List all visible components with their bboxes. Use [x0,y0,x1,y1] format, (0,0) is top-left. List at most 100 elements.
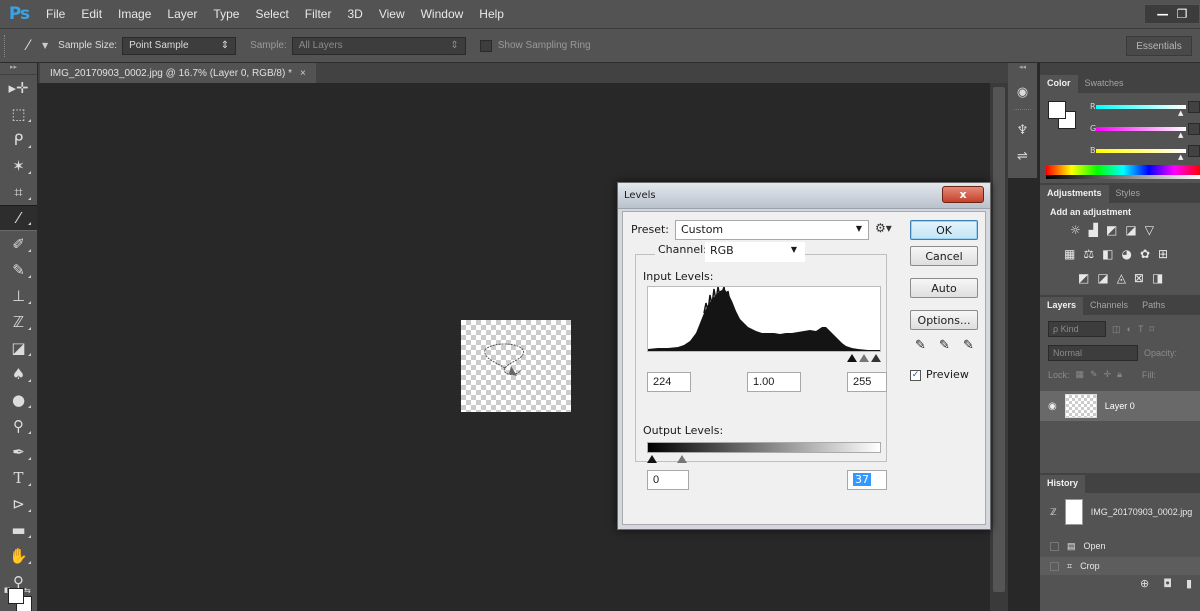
layer-row-layer-0[interactable]: ◉ Layer 0 [1040,391,1200,421]
preset-select[interactable]: Custom ▼ [675,220,869,240]
blue-slider[interactable]: B ▲ [1090,145,1200,161]
white-eyedropper-icon[interactable]: ✎ [963,338,974,353]
input-gamma-handle[interactable] [859,354,869,362]
vibrance-icon[interactable]: ▽ [1145,223,1154,237]
posterize-icon[interactable]: ◪ [1097,271,1108,285]
auto-button[interactable]: Auto [910,278,978,298]
black-eyedropper-icon[interactable]: ✎ [915,338,926,353]
blur-tool-icon[interactable]: ● [0,387,37,413]
marquee-tool-icon[interactable]: ⬚ [0,101,37,127]
ok-button[interactable]: OK [910,220,978,240]
preview-checkbox[interactable]: ✓ [910,370,921,381]
filter-type-icon[interactable]: T [1138,324,1144,334]
menu-view[interactable]: View [371,7,413,21]
rectangle-tool-icon[interactable]: ▬ [0,517,37,543]
lasso-tool-icon[interactable]: ᑭ [0,127,37,153]
red-value-field[interactable] [1188,101,1200,113]
menu-edit[interactable]: Edit [73,7,110,21]
tab-channels[interactable]: Channels [1083,297,1135,315]
lock-all-icon[interactable]: 🔒︎ [1117,369,1122,380]
workspace-switcher[interactable]: Essentials [1126,36,1192,56]
gear-icon[interactable]: ⚙▾ [875,221,892,235]
tab-color[interactable]: Color [1040,75,1078,93]
selective-color-icon[interactable]: ◨ [1152,271,1163,285]
document-image[interactable] [461,320,571,412]
gray-eyedropper-icon[interactable]: ✎ [939,338,950,353]
green-slider[interactable]: G ▲ [1090,123,1200,139]
brightness-contrast-icon[interactable]: ☼ [1070,223,1081,237]
output-levels-slider[interactable] [647,453,881,465]
history-item-crop[interactable]: ⌗ Crop [1040,557,1200,575]
foreground-color-swatch[interactable] [8,588,24,604]
output-black-field[interactable] [647,470,689,490]
scrollbar-thumb[interactable] [993,87,1005,592]
color-balance-icon[interactable]: ⚖ [1083,247,1094,261]
gradient-map-icon[interactable]: ⊠ [1134,271,1144,285]
history-source-checkbox[interactable] [1050,561,1059,571]
green-slider-track[interactable] [1096,127,1186,131]
minimize-icon[interactable]: — [1157,7,1169,21]
properties-panel-icon[interactable]: ⇌ [1008,143,1037,169]
photo-filter-icon[interactable]: ◕ [1121,247,1131,261]
exposure-icon[interactable]: ◪ [1125,223,1136,237]
history-snapshot[interactable]: ℤ IMG_20170903_0002.jpg [1040,495,1200,529]
input-white-point-handle[interactable] [871,354,881,362]
invert-icon[interactable]: ◩ [1078,271,1089,285]
path-select-tool-icon[interactable]: ⊳ [0,491,37,517]
input-white-field[interactable] [847,372,887,392]
slider-thumb-icon[interactable]: ▲ [1178,109,1183,117]
blend-mode-select[interactable]: Normal [1048,345,1138,361]
input-black-field[interactable] [647,372,691,392]
blue-slider-track[interactable] [1096,149,1186,153]
swap-colors-icon[interactable]: ⇆ [24,586,31,595]
menu-window[interactable]: Window [413,7,472,21]
color-spectrum[interactable] [1046,165,1200,179]
green-value-field[interactable] [1188,123,1200,135]
visibility-eye-icon[interactable]: ◉ [1048,401,1057,412]
menu-filter[interactable]: Filter [297,7,340,21]
black-white-icon[interactable]: ◧ [1102,247,1113,261]
healing-brush-tool-icon[interactable]: ✐ [0,231,37,257]
history-brush-tool-icon[interactable]: ℤ [0,309,37,335]
tab-paths[interactable]: Paths [1135,297,1172,315]
lock-position-icon[interactable]: ✛ [1104,369,1112,380]
new-document-from-state-icon[interactable]: ⊕ [1140,577,1149,590]
show-sampling-ring-checkbox[interactable] [479,39,492,52]
foreground-color-chip[interactable] [1048,101,1066,119]
history-brush-source-icon[interactable]: ℤ [1050,507,1057,518]
hand-tool-icon[interactable]: ✋ [0,543,37,569]
tab-styles[interactable]: Styles [1109,185,1148,203]
restore-icon[interactable]: ❐ [1177,7,1188,21]
curves-icon[interactable]: ◩ [1106,223,1117,237]
info-panel-icon[interactable]: ◉ [1008,79,1037,105]
dodge-tool-icon[interactable]: ⚲ [0,413,37,439]
blue-value-field[interactable] [1188,145,1200,157]
menu-layer[interactable]: Layer [159,7,205,21]
options-grip[interactable] [4,34,14,57]
brush-presets-icon[interactable]: ♆ [1008,117,1037,143]
trash-icon[interactable]: ▮ [1186,577,1192,590]
filter-pixel-icon[interactable]: ◫ [1112,324,1121,335]
levels-titlebar[interactable]: Levels x [618,183,990,209]
document-tab[interactable]: IMG_20170903_0002.jpg @ 16.7% (Layer 0, … [40,63,316,83]
output-white-point-handle[interactable] [677,455,687,463]
tab-swatches[interactable]: Swatches [1078,75,1131,93]
menu-help[interactable]: Help [471,7,512,21]
input-levels-slider[interactable] [647,352,881,366]
slider-thumb-icon[interactable]: ▲ [1178,153,1183,161]
tab-adjustments[interactable]: Adjustments [1040,185,1109,203]
close-icon[interactable]: × [300,68,306,79]
panel-collapse-icon[interactable]: ◂◂ [1008,63,1037,75]
history-source-checkbox[interactable] [1050,541,1059,551]
channel-mixer-icon[interactable]: ✿ [1140,247,1150,261]
menu-file[interactable]: File [38,7,73,21]
type-tool-icon[interactable]: T [0,465,37,491]
layer-name[interactable]: Layer 0 [1105,401,1135,411]
eraser-tool-icon[interactable]: ◪ [0,335,37,361]
move-tool-icon[interactable]: ▸✛ [0,75,37,101]
clone-stamp-tool-icon[interactable]: ⊥ [0,283,37,309]
input-gamma-field[interactable] [747,372,801,392]
eyedropper-tool-icon[interactable]: ⁄ [14,38,42,54]
pen-tool-icon[interactable]: ✒ [0,439,37,465]
hue-saturation-icon[interactable]: ▦ [1064,247,1075,261]
